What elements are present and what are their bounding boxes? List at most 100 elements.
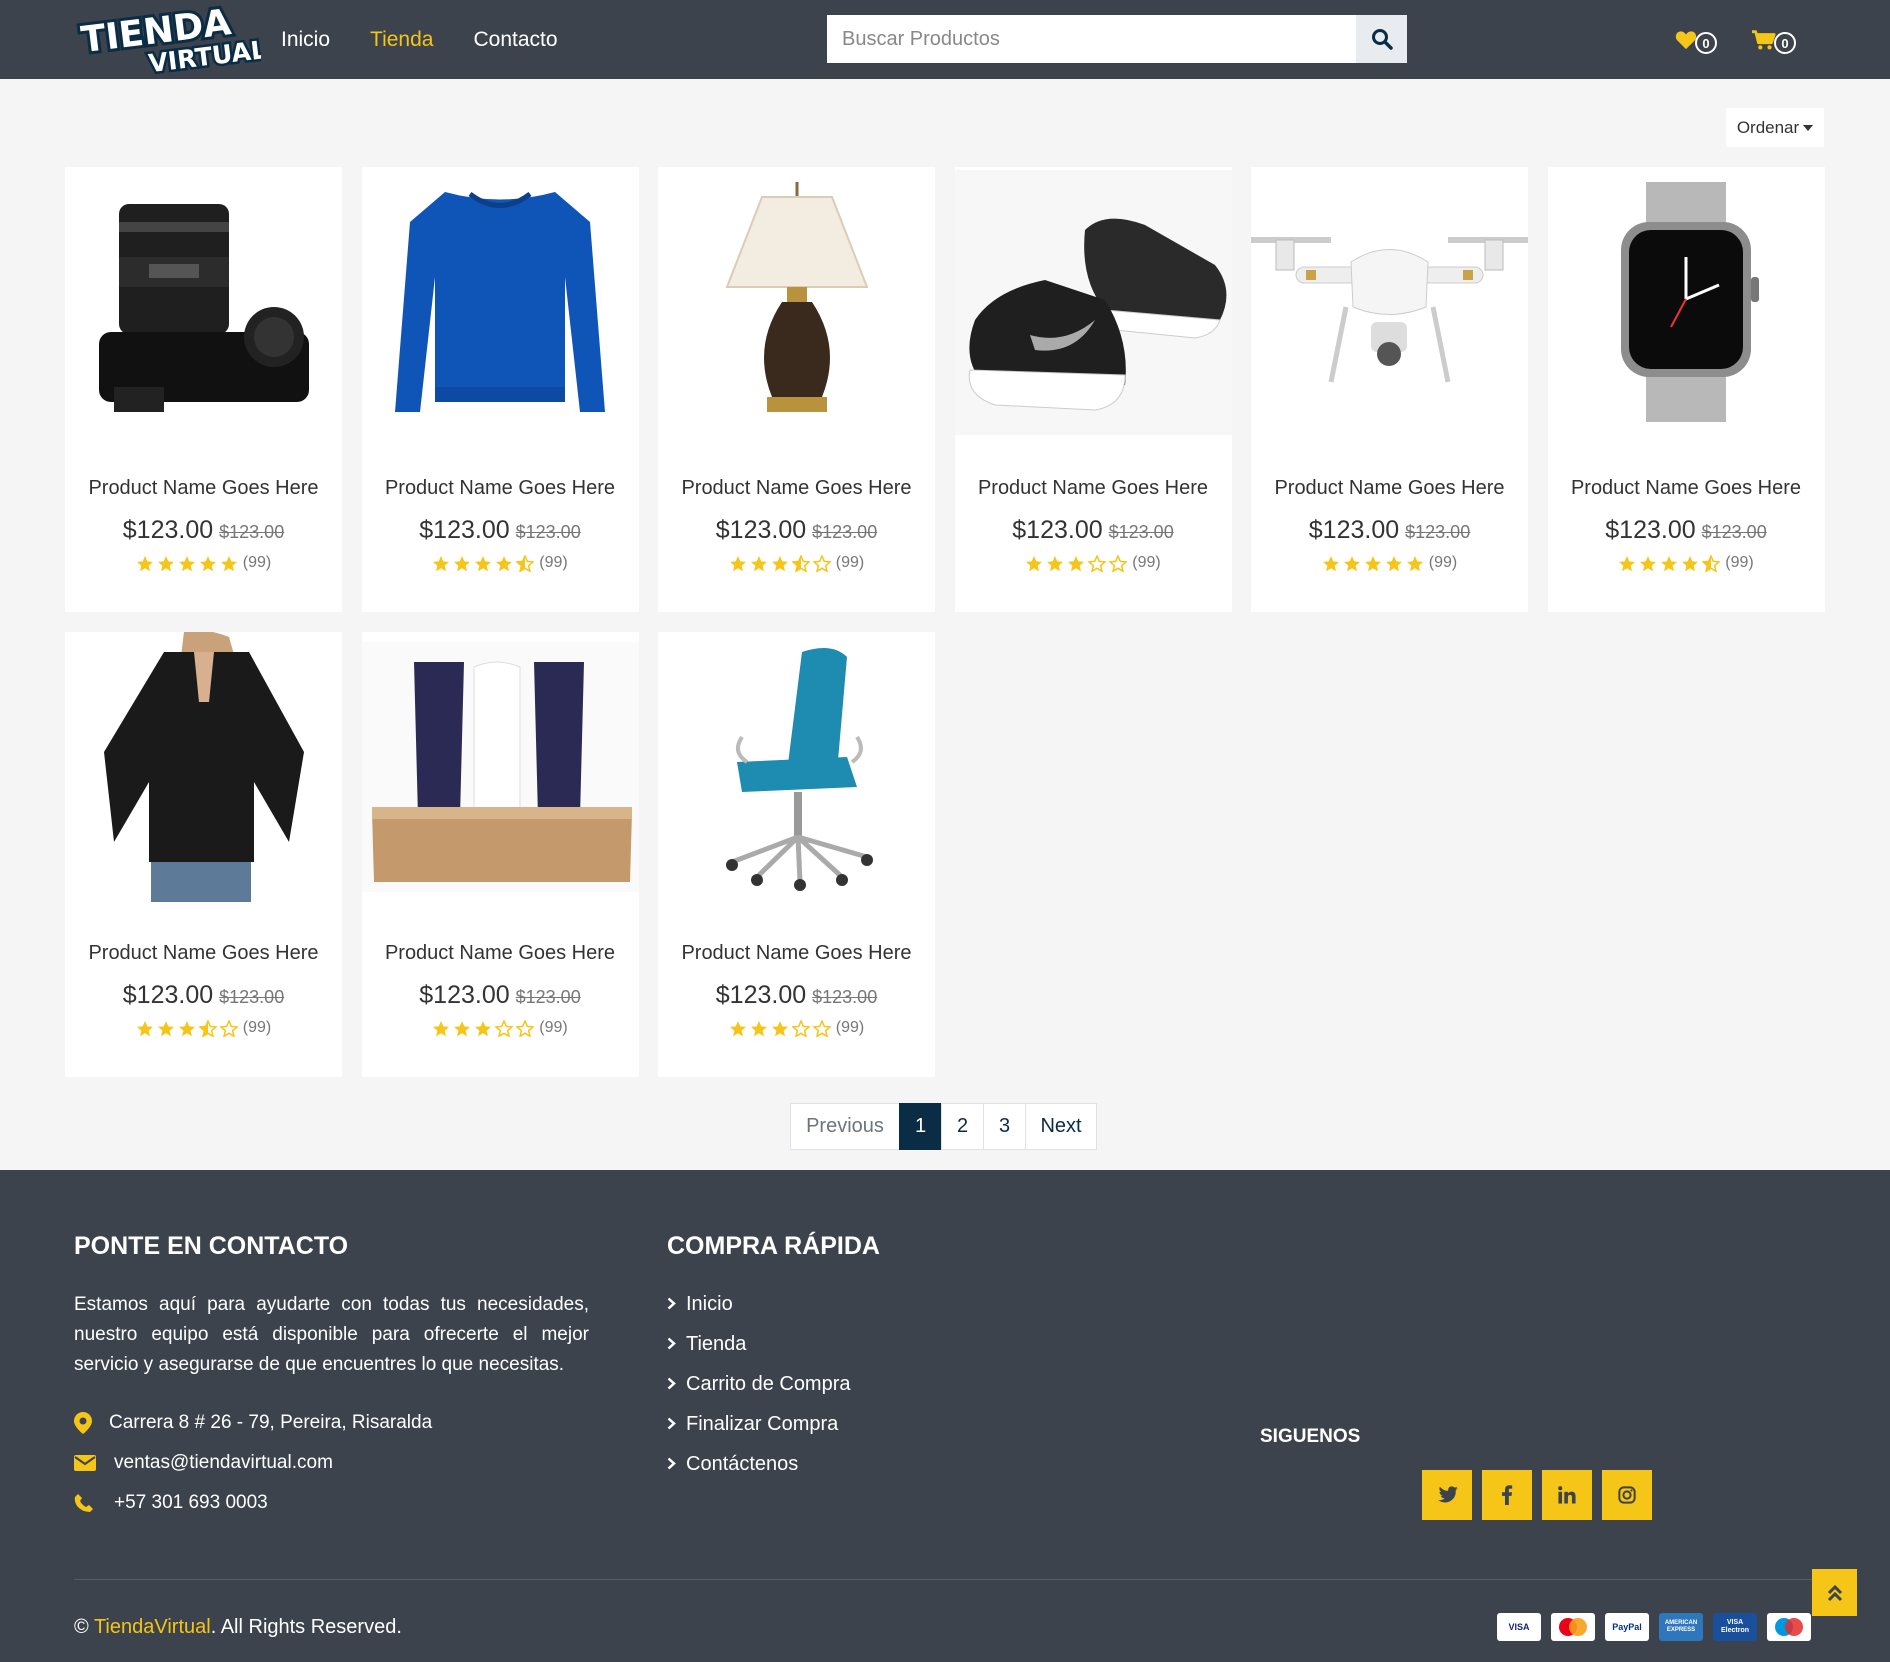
product-price: $123.00 <box>419 516 510 544</box>
star-half-icon <box>516 554 535 572</box>
quick-link-carrito[interactable]: Carrito de Compra <box>667 1364 851 1404</box>
product-card[interactable]: Product Name Goes Here $123.00 $123.00 (9… <box>954 167 1232 612</box>
footer-divider <box>74 1579 1816 1580</box>
product-rating: (99) <box>362 1019 639 1037</box>
product-card[interactable]: Product Name Goes Here $123.00 $123.00 (9… <box>361 167 639 612</box>
visa-electron-icon: VISA Electron <box>1713 1613 1757 1641</box>
facebook-icon <box>1502 1485 1513 1505</box>
product-card[interactable]: Product Name Goes Here $123.00 $123.00 (9… <box>65 632 342 1077</box>
heart-icon <box>1675 31 1697 50</box>
review-count: (99) <box>1132 554 1161 571</box>
contact-email: ventas@tiendavirtual.com <box>74 1452 333 1474</box>
star-empty-icon <box>812 554 831 572</box>
pagination-page-3[interactable]: 3 <box>983 1103 1026 1150</box>
product-image-sweater[interactable] <box>362 167 639 437</box>
product-name[interactable]: Product Name Goes Here <box>658 942 935 965</box>
nav-contacto[interactable]: Contacto <box>473 28 557 52</box>
product-old-price: $123.00 <box>1405 522 1471 542</box>
cart-button[interactable]: 0 <box>1752 26 1796 54</box>
pagination-page-1[interactable]: 1 <box>899 1103 942 1150</box>
product-grid: Product Name Goes Here $123.00 $123.00 (9… <box>65 167 1825 1077</box>
visa-card-icon: VISA <box>1497 1613 1541 1641</box>
product-name[interactable]: Product Name Goes Here <box>1251 477 1528 500</box>
phone-text[interactable]: +57 301 693 0003 <box>114 1492 268 1514</box>
instagram-icon <box>1618 1486 1636 1504</box>
product-image-lamp[interactable] <box>658 167 935 437</box>
product-image-blouse[interactable] <box>65 632 342 902</box>
address-text: Carrera 8 # 26 - 79, Pereira, Risaralda <box>109 1412 433 1433</box>
product-image-watch[interactable] <box>1548 167 1825 437</box>
product-price: $123.00 <box>1605 516 1696 544</box>
cart-count: 0 <box>1774 32 1796 54</box>
review-count: (99) <box>835 554 865 571</box>
product-price: $123.00 <box>122 516 214 544</box>
search-input[interactable] <box>827 15 1356 63</box>
product-price: $123.00 <box>1308 516 1400 544</box>
star-full-icon <box>136 555 153 571</box>
product-image-chair[interactable] <box>658 632 935 902</box>
star-full-icon <box>1385 555 1402 571</box>
review-count: (99) <box>539 554 568 571</box>
star-full-icon <box>750 1020 767 1036</box>
product-prices: $123.00 $123.00 <box>65 981 342 1010</box>
email-text[interactable]: ventas@tiendavirtual.com <box>114 1452 333 1474</box>
product-card[interactable]: Product Name Goes Here $123.00 $123.00 (9… <box>658 632 935 1077</box>
product-card[interactable]: Product Name Goes Here $123.00 $123.00 (9… <box>65 167 342 612</box>
star-full-icon <box>178 1020 195 1036</box>
product-rating: (99) <box>658 1019 935 1037</box>
twitter-icon <box>1438 1486 1458 1503</box>
product-old-price: $123.00 <box>1108 522 1174 542</box>
star-empty-icon <box>812 1019 831 1037</box>
quick-link-tienda[interactable]: Tienda <box>667 1324 851 1364</box>
caret-down-icon <box>1803 124 1814 131</box>
search-icon <box>1371 29 1393 50</box>
nav-tienda[interactable]: Tienda <box>370 28 433 52</box>
search-button[interactable] <box>1356 15 1407 63</box>
review-count: (99) <box>539 1019 568 1036</box>
star-empty-icon <box>516 1019 535 1037</box>
nav-inicio[interactable]: Inicio <box>281 28 330 52</box>
sort-dropdown[interactable]: Ordenar <box>1726 108 1824 147</box>
wishlist-button[interactable]: 0 <box>1675 26 1717 54</box>
product-image-shoes[interactable] <box>954 167 1232 437</box>
quick-link-finalizar[interactable]: Finalizar Compra <box>667 1404 851 1444</box>
back-to-top-button[interactable] <box>1812 1569 1857 1616</box>
product-image-cosmetics[interactable] <box>361 632 639 902</box>
product-prices: $123.00 $123.00 <box>658 981 935 1010</box>
product-name[interactable]: Product Name Goes Here <box>658 477 935 500</box>
star-full-icon <box>433 1020 450 1036</box>
product-card[interactable]: Product Name Goes Here $123.00 $123.00 (9… <box>361 632 639 1077</box>
product-name[interactable]: Product Name Goes Here <box>955 477 1232 500</box>
star-full-icon <box>1343 555 1360 571</box>
product-card[interactable]: Product Name Goes Here $123.00 $123.00 (9… <box>658 167 935 612</box>
twitter-button[interactable] <box>1422 1470 1472 1520</box>
quick-link-contactenos[interactable]: Contáctenos <box>667 1444 851 1484</box>
copyright: © TiendaVirtual. All Rights Reserved. <box>74 1616 402 1639</box>
pagination-previous[interactable]: Previous <box>790 1103 900 1150</box>
copyright-brand-link[interactable]: TiendaVirtual <box>94 1616 211 1638</box>
linkedin-button[interactable] <box>1542 1470 1592 1520</box>
product-card[interactable]: Product Name Goes Here $123.00 $123.00 (9… <box>1547 167 1825 612</box>
product-image-drone[interactable] <box>1251 167 1528 437</box>
product-image-camera[interactable] <box>65 167 342 437</box>
star-full-icon <box>771 555 788 571</box>
site-logo[interactable]: TIENDA VIRTUAL <box>76 0 271 81</box>
product-old-price: $123.00 <box>515 987 581 1007</box>
product-name[interactable]: Product Name Goes Here <box>362 477 639 500</box>
star-full-icon <box>475 555 492 571</box>
star-full-icon <box>199 555 216 571</box>
pagination-next[interactable]: Next <box>1025 1103 1097 1150</box>
facebook-button[interactable] <box>1482 1470 1532 1520</box>
product-name[interactable]: Product Name Goes Here <box>1548 477 1825 500</box>
cart-icon <box>1752 30 1776 50</box>
product-name[interactable]: Product Name Goes Here <box>65 477 342 500</box>
product-name[interactable]: Product Name Goes Here <box>362 942 639 965</box>
product-name[interactable]: Product Name Goes Here <box>65 942 342 965</box>
quick-link-inicio[interactable]: Inicio <box>667 1284 851 1324</box>
instagram-button[interactable] <box>1602 1470 1652 1520</box>
wishlist-count: 0 <box>1695 32 1717 54</box>
map-marker-icon <box>74 1412 92 1434</box>
product-price: $123.00 <box>1012 516 1103 544</box>
pagination-page-2[interactable]: 2 <box>941 1103 984 1150</box>
product-card[interactable]: Product Name Goes Here $123.00 $123.00 (9… <box>1251 167 1528 612</box>
